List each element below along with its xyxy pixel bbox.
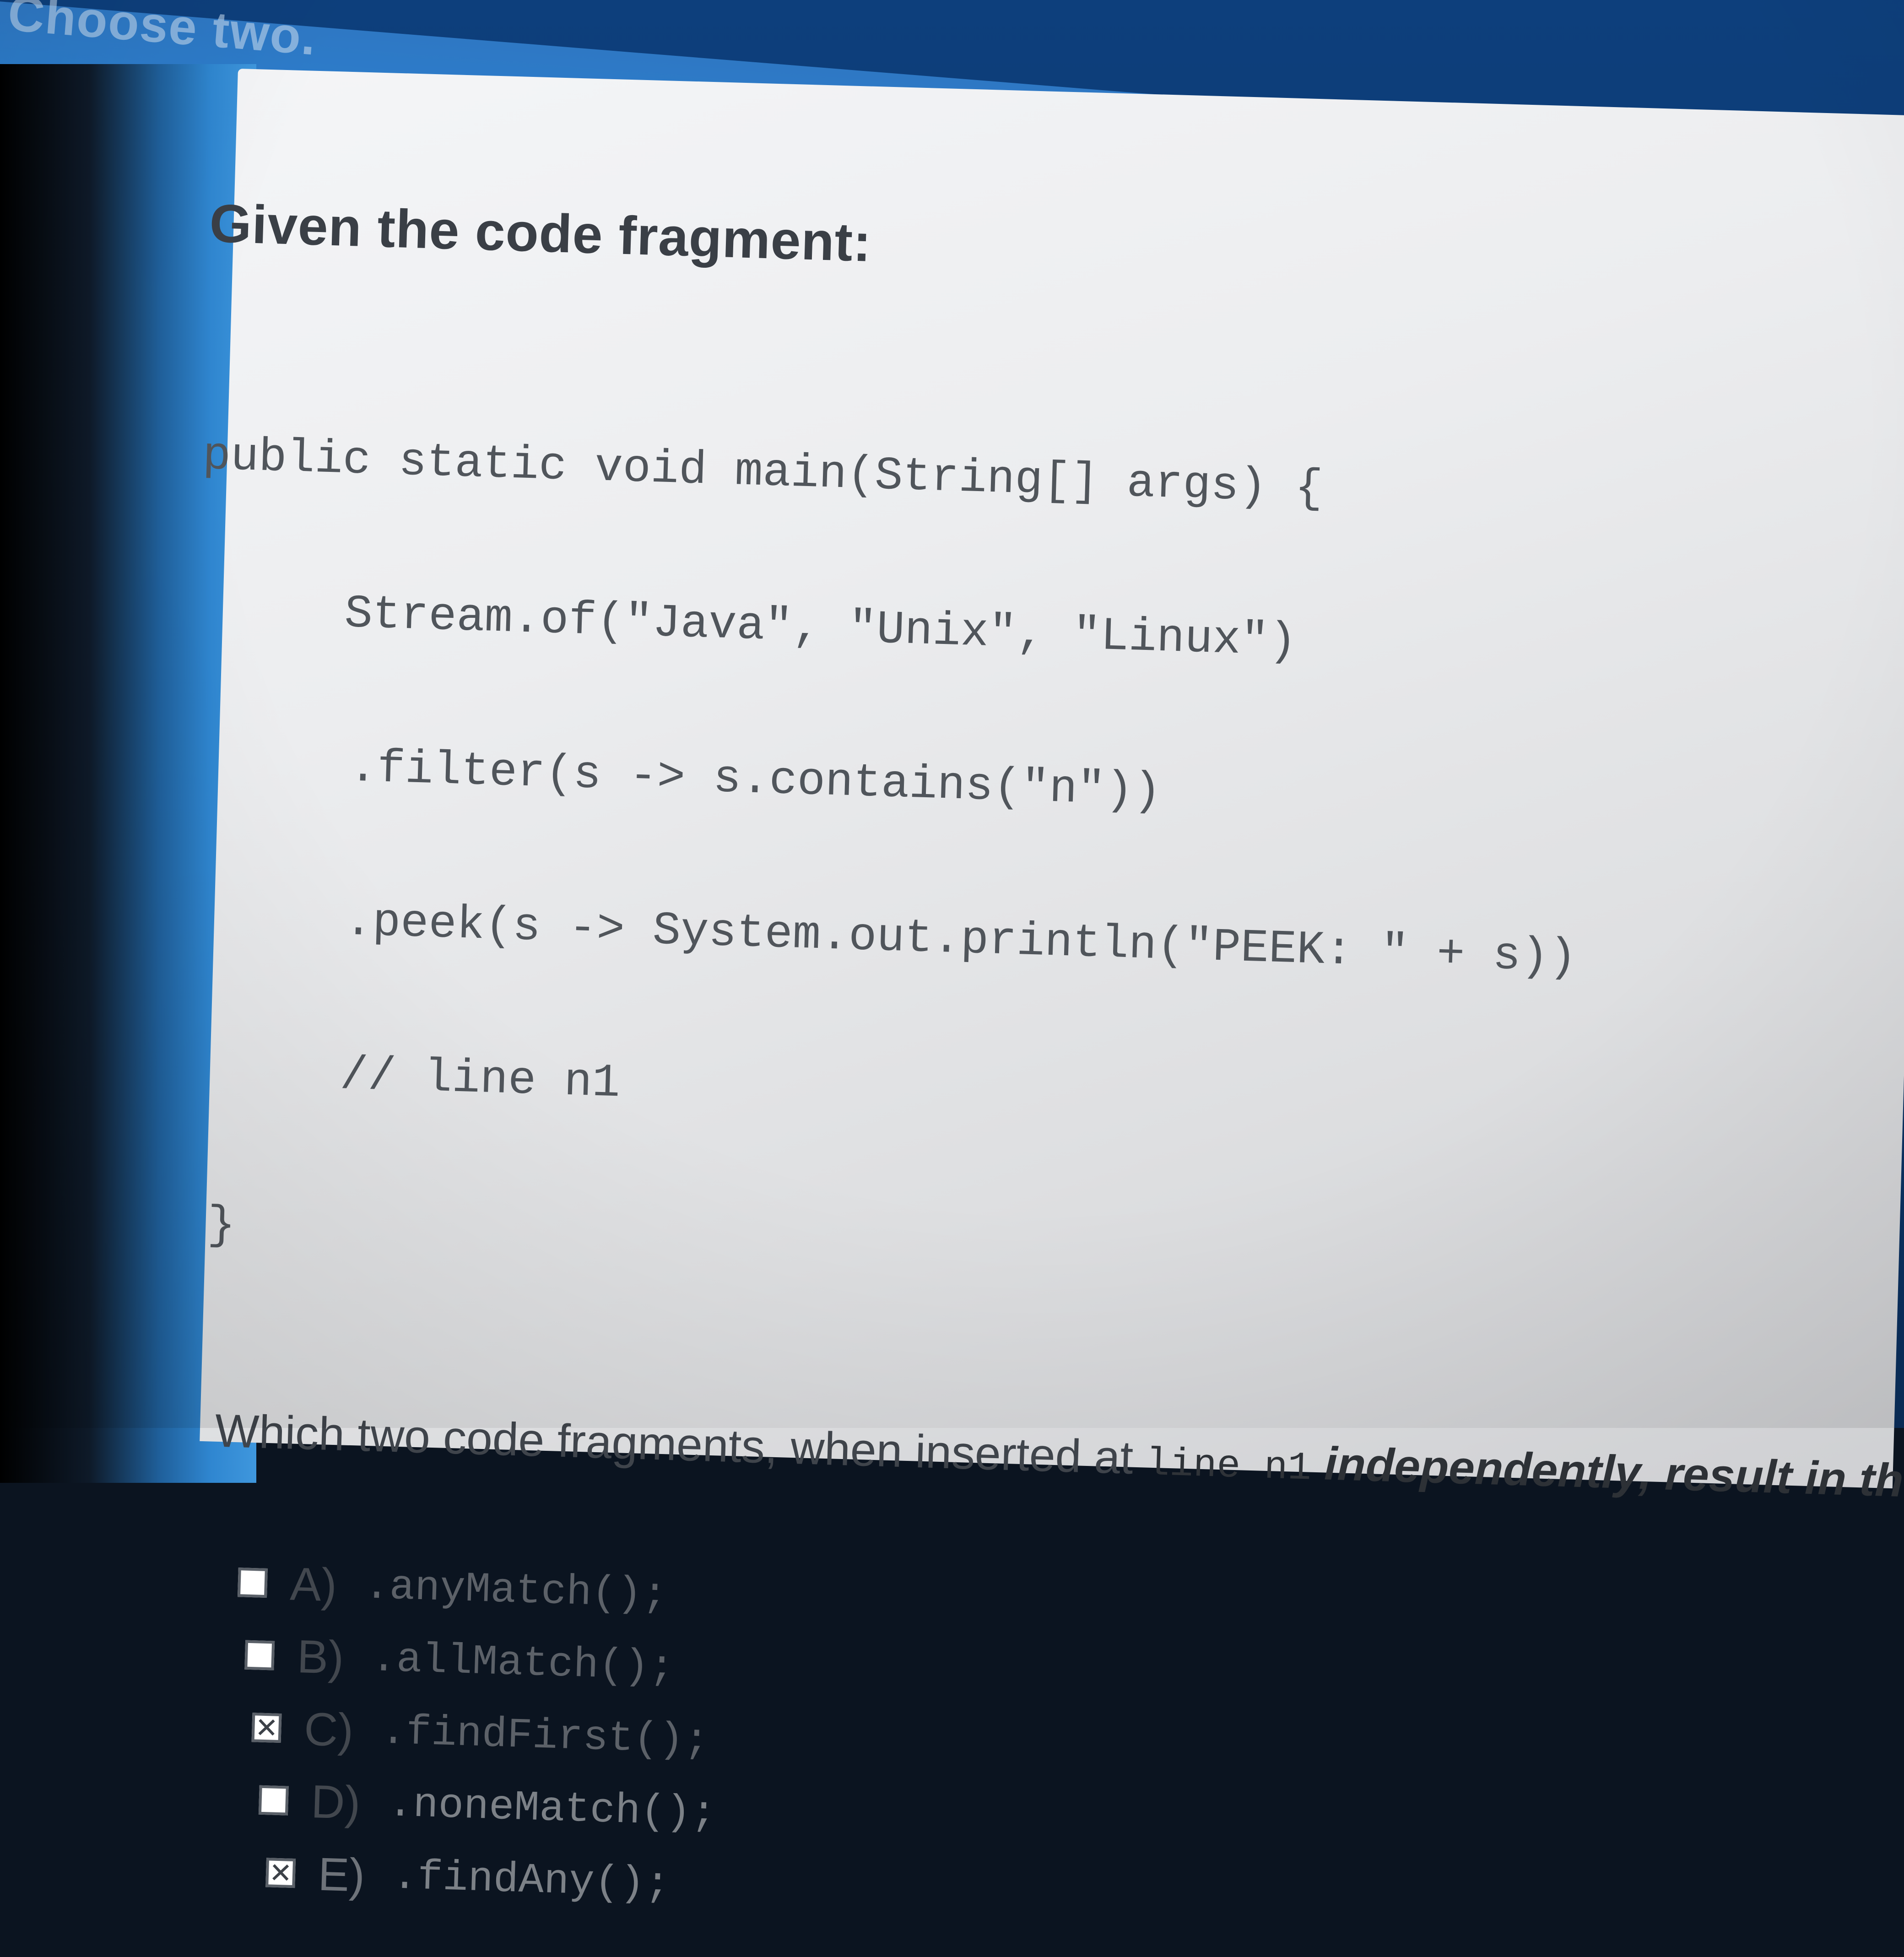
code-line: public static void main(String[] args) { [202, 429, 1324, 516]
question-content: Given the code fragment: public static v… [160, 192, 1904, 1954]
option-e-checkbox[interactable] [265, 1858, 296, 1888]
option-code: .allMatch(); [370, 1634, 675, 1692]
option-letter: A) [289, 1557, 338, 1611]
option-b-checkbox[interactable] [244, 1640, 275, 1670]
option-letter: D) [310, 1775, 362, 1829]
code-line: } [206, 1198, 236, 1253]
option-d-checkbox[interactable] [258, 1785, 289, 1816]
prompt-code: line n1 [1145, 1441, 1312, 1491]
prompt-text-end: independently, result in th [1310, 1437, 1904, 1507]
option-code: .anyMatch(); [363, 1562, 668, 1619]
screen: Choose two. Given the code fragment: pub… [0, 0, 1904, 1908]
option-letter: B) [296, 1630, 345, 1684]
code-line: Stream.of("Java", "Unix", "Linux") [344, 587, 1298, 669]
code-line: .peek(s -> System.out.println("PEEK: " +… [344, 895, 1578, 985]
option-letter: C) [303, 1703, 354, 1757]
question-prompt: Which two code fragments, when inserted … [173, 1403, 1904, 1507]
option-a-checkbox[interactable] [237, 1568, 268, 1598]
option-code: .noneMatch(); [387, 1779, 717, 1838]
code-fragment: public static void main(String[] args) {… [176, 328, 1854, 1401]
option-letter: E) [317, 1848, 366, 1902]
option-code: .findFirst(); [380, 1707, 710, 1765]
prompt-text: Which two code fragments, when inserted … [214, 1404, 1147, 1484]
code-line: .filter(s -> s.contains("n")) [348, 741, 1162, 819]
code-line: // line n1 [339, 1049, 621, 1110]
option-c-checkbox[interactable] [251, 1713, 282, 1743]
header-title: Choose two. [5, 0, 319, 66]
option-code: .findAny(); [391, 1852, 671, 1908]
answer-options: A) .anyMatch(); B) .allMatch(); C) .find… [160, 1544, 1817, 1954]
